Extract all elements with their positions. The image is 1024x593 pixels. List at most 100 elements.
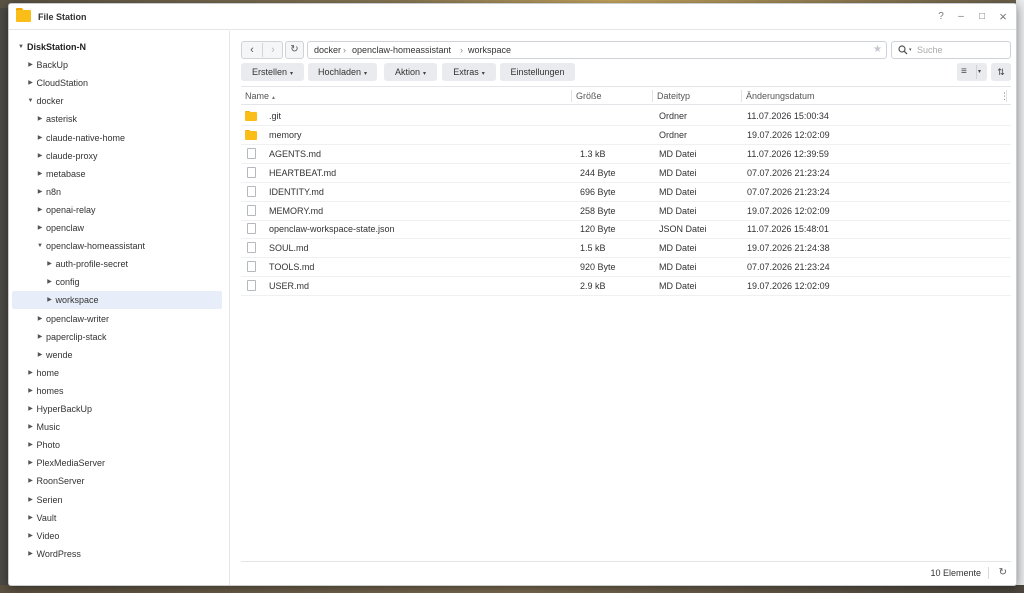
table-row[interactable]: TOOLS.md 920 Byte MD Datei 07.07.2026 21:23…	[241, 258, 1011, 278]
sidebar-item-cloudstation[interactable]: ▶ CloudStation	[9, 74, 230, 92]
action-button[interactable]: Aktion ▾	[384, 63, 437, 81]
refresh-icon[interactable]: ↻	[285, 41, 304, 59]
sidebar-item-hyperbackup[interactable]: ▶ HyperBackUp	[9, 400, 230, 418]
column-header-size[interactable]: Größe	[572, 87, 652, 105]
sidebar-item-plexmediaserver[interactable]: ▶ PlexMediaServer	[9, 454, 230, 472]
sidebar-item-openai-relay[interactable]: ▶ openai-relay	[9, 201, 230, 219]
sidebar-item-asterisk[interactable]: ▶ asterisk	[9, 110, 230, 128]
expand-right-icon[interactable]: ▶	[36, 346, 44, 364]
expand-right-icon[interactable]: ▶	[27, 418, 35, 436]
expand-right-icon[interactable]: ▶	[27, 527, 35, 545]
maximize-icon[interactable]: □	[975, 10, 989, 24]
expand-right-icon[interactable]: ▶	[46, 291, 54, 309]
sidebar-item-wende[interactable]: ▶ wende	[9, 346, 230, 364]
expand-down-icon[interactable]: ▼	[27, 92, 35, 110]
expand-right-icon[interactable]: ▶	[36, 328, 44, 346]
favorite-star-icon[interactable]: ★	[873, 42, 882, 58]
table-row[interactable]: HEARTBEAT.md 244 Byte MD Datei 07.07.2026 2…	[241, 164, 1011, 183]
expand-right-icon[interactable]: ▶	[46, 273, 54, 291]
file-name: AGENTS.md	[269, 148, 322, 159]
expand-right-icon[interactable]: ▶	[27, 382, 35, 400]
table-row[interactable]: MEMORY.md 258 Byte MD Datei 19.07.2026 12:0…	[241, 202, 1011, 221]
table-row[interactable]: .git Ordner 11.07.2026 15:00:34	[241, 107, 1011, 126]
settings-button[interactable]: Einstellungen	[500, 63, 575, 81]
sidebar-item-claude-proxy[interactable]: ▶ claude-proxy	[9, 147, 230, 165]
sidebar-item-paperclip-stack[interactable]: ▶ paperclip-stack	[9, 328, 230, 346]
expand-right-icon[interactable]: ▶	[27, 491, 35, 509]
title-bar[interactable]: File Station ? – □ ×	[9, 4, 1016, 30]
minimize-icon[interactable]: –	[954, 10, 968, 24]
expand-right-icon[interactable]: ▶	[36, 183, 44, 201]
table-row[interactable]: IDENTITY.md 696 Byte MD Datei 07.07.2026 21…	[241, 183, 1011, 202]
expand-down-icon[interactable]: ▼	[36, 237, 44, 255]
file-type: MD Datei	[659, 167, 697, 178]
extras-button[interactable]: Extras ▾	[442, 63, 496, 81]
sidebar-item-workspace[interactable]: ▶ workspace	[12, 291, 222, 310]
view-mode-button[interactable]: ≡ ▾	[957, 63, 987, 81]
expand-down-icon[interactable]: ▼	[17, 38, 25, 56]
sidebar-item-vault[interactable]: ▶ Vault	[9, 509, 230, 527]
breadcrumb[interactable]: docker › openclaw-homeassistant › worksp…	[307, 41, 887, 59]
expand-right-icon[interactable]: ▶	[36, 147, 44, 165]
expand-right-icon[interactable]: ▶	[27, 56, 35, 74]
refresh-icon[interactable]: ↻	[999, 562, 1007, 584]
expand-right-icon[interactable]: ▶	[27, 454, 35, 472]
sidebar-item-openclaw-homeassistant[interactable]: ▼ openclaw-homeassistant	[9, 237, 230, 255]
table-row[interactable]: openclaw-workspace-state.json 120 Byte JSO…	[241, 220, 1011, 240]
search-input[interactable]: ▾ Suche	[891, 41, 1011, 59]
column-header-name[interactable]: Name ▲	[241, 87, 571, 105]
expand-right-icon[interactable]: ▶	[27, 436, 35, 454]
column-header-modified[interactable]: Änderungsdatum	[742, 87, 1002, 105]
expand-right-icon[interactable]: ▶	[36, 129, 44, 147]
sidebar-item-auth-profile-secret[interactable]: ▶ auth-profile-secret	[9, 255, 230, 273]
close-icon[interactable]: ×	[996, 10, 1010, 24]
sidebar-item-roonserver[interactable]: ▶ RoonServer	[9, 472, 230, 490]
sidebar-item-claude-native-home[interactable]: ▶ claude-native-home	[9, 129, 230, 147]
column-header-type[interactable]: Dateityp	[653, 87, 741, 105]
column-options-icon[interactable]: ⋮	[1000, 87, 1009, 105]
sidebar-item-docker[interactable]: ▼ docker	[9, 92, 230, 110]
sidebar-item-diskstation-n[interactable]: ▼ DiskStation-N	[9, 38, 230, 56]
expand-right-icon[interactable]: ▶	[36, 165, 44, 183]
expand-right-icon[interactable]: ▶	[27, 74, 35, 92]
sidebar-item-metabase[interactable]: ▶ metabase	[9, 165, 230, 183]
expand-right-icon[interactable]: ▶	[46, 255, 54, 273]
sidebar-item-openclaw[interactable]: ▶ openclaw	[9, 219, 230, 237]
sidebar-item-serien[interactable]: ▶ Serien	[9, 491, 230, 509]
expand-right-icon[interactable]: ▶	[27, 364, 35, 382]
expand-right-icon[interactable]: ▶	[36, 219, 44, 237]
table-row[interactable]: USER.md 2.9 kB MD Datei 19.07.2026 12:02:09	[241, 277, 1011, 297]
folder-icon	[245, 129, 257, 140]
sidebar-item-n8n[interactable]: ▶ n8n	[9, 183, 230, 201]
help-icon[interactable]: ?	[934, 10, 948, 24]
expand-right-icon[interactable]: ▶	[36, 201, 44, 219]
expand-right-icon[interactable]: ▶	[27, 545, 35, 563]
expand-right-icon[interactable]: ▶	[27, 472, 35, 490]
back-icon[interactable]: ‹	[242, 42, 262, 58]
breadcrumb-item-openclaw-homeassistant[interactable]: openclaw-homeassistant	[352, 42, 451, 58]
sidebar-item-homes[interactable]: ▶ homes	[9, 382, 230, 400]
sidebar-item-photo[interactable]: ▶ Photo	[9, 436, 230, 454]
sidebar-item-wordpress[interactable]: ▶ WordPress	[9, 545, 230, 563]
table-row[interactable]: SOUL.md 1.5 kB MD Datei 19.07.2026 21:24:38	[241, 239, 1011, 259]
expand-right-icon[interactable]: ▶	[36, 110, 44, 128]
sidebar-item-backup[interactable]: ▶ BackUp	[9, 56, 230, 74]
sidebar-item-config[interactable]: ▶ config	[9, 273, 230, 291]
forward-icon[interactable]: ›	[263, 42, 283, 58]
sidebar-item-music[interactable]: ▶ Music	[9, 418, 230, 436]
expand-right-icon[interactable]: ▶	[36, 310, 44, 328]
sidebar-item-home[interactable]: ▶ home	[9, 364, 230, 382]
expand-right-icon[interactable]: ▶	[27, 400, 35, 418]
search-options-caret[interactable]: ▾	[909, 42, 912, 58]
breadcrumb-item-docker[interactable]: docker	[314, 42, 341, 58]
expand-right-icon[interactable]: ▶	[27, 509, 35, 527]
sidebar-item-video[interactable]: ▶ Video	[9, 527, 230, 545]
table-row[interactable]: AGENTS.md 1.3 kB MD Datei 11.07.2026 12:39:…	[241, 145, 1011, 164]
sidebar-item-openclaw-writer[interactable]: ▶ openclaw-writer	[9, 310, 230, 328]
upload-button[interactable]: Hochladen ▾	[308, 63, 377, 81]
breadcrumb-item-workspace[interactable]: workspace	[468, 42, 511, 58]
chevron-down-icon[interactable]: ▾	[978, 63, 981, 81]
table-row[interactable]: memory Ordner 19.07.2026 12:02:09	[241, 126, 1011, 145]
sort-button[interactable]: ⇅	[991, 63, 1011, 81]
create-button[interactable]: Erstellen ▾	[241, 63, 304, 81]
